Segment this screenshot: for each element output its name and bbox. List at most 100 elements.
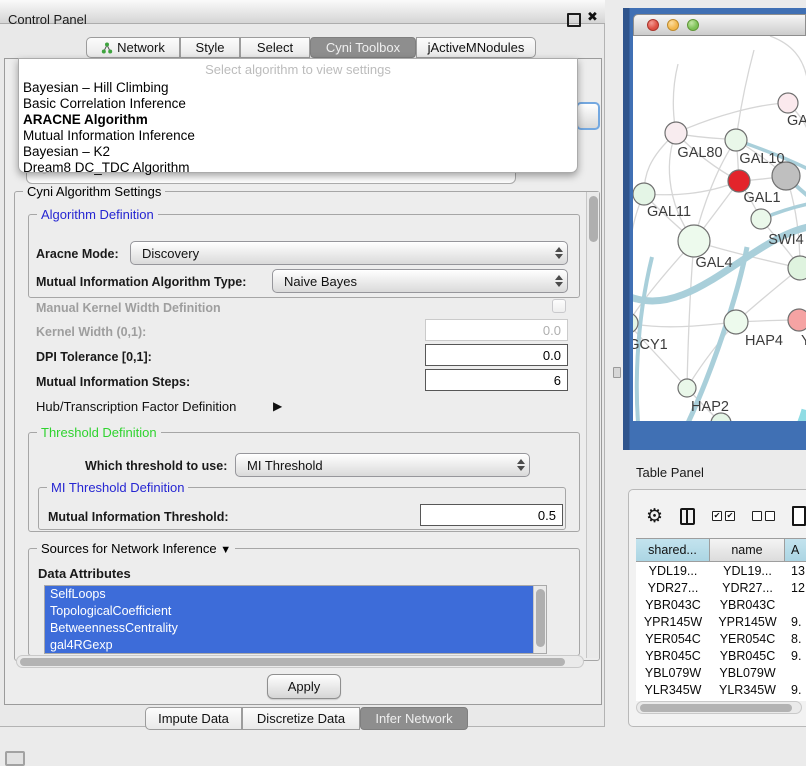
table-cell[interactable]: YBR043C (710, 596, 785, 613)
which-threshold-value: MI Threshold (236, 458, 323, 473)
node-attribute-table[interactable]: shared... name A YDL19...YDL19...13 YDR2… (636, 538, 806, 701)
node-label: GCY1 (633, 337, 668, 353)
attribute-item[interactable]: BetweennessCentrality (45, 620, 533, 637)
float-window-icon[interactable] (567, 13, 581, 27)
mi-steps-input[interactable]: 6 (425, 369, 568, 391)
split-columns-icon[interactable] (680, 508, 695, 525)
table-cell[interactable]: YPR145W (636, 613, 710, 630)
table-cell[interactable]: YDL19... (636, 562, 710, 579)
node-label: HAP2 (691, 399, 729, 415)
table-cell[interactable]: YBR045C (710, 647, 785, 664)
attributes-scrollbar[interactable] (533, 586, 546, 653)
collapsed-arrow-icon[interactable]: ▶ (273, 399, 282, 413)
tab-cyni-toolbox[interactable]: Cyni Toolbox (310, 37, 416, 58)
table-cell[interactable]: YPR145W (710, 613, 785, 630)
mi-threshold-label: Mutual Information Threshold: (48, 510, 229, 524)
kernel-width-label: Kernel Width (0,1): (36, 325, 146, 339)
node-swi4 (751, 209, 771, 229)
aracne-mode-combo[interactable]: Discovery (130, 241, 568, 265)
tab-style[interactable]: Style (180, 37, 240, 58)
tab-label: Infer Network (375, 711, 452, 726)
table-cell[interactable]: YER054C (636, 630, 710, 647)
bottom-tab-discretize-data[interactable]: Discretize Data (242, 707, 360, 730)
sources-title-text: Sources for Network Inference (41, 541, 217, 556)
algorithm-option-selected[interactable]: ARACNE Algorithm (21, 112, 573, 128)
table-cell[interactable]: 13 (785, 562, 806, 579)
table-cell[interactable]: YDR27... (636, 579, 710, 596)
attribute-item[interactable]: TopologicalCoefficient (45, 603, 533, 620)
node-green-right (788, 256, 806, 280)
table-cell[interactable]: 9. (785, 681, 806, 698)
data-attributes-list[interactable]: SelfLoops TopologicalCoefficient Between… (44, 585, 547, 654)
mi-algorithm-type-combo[interactable]: Naive Bayes (272, 269, 568, 293)
bottom-tab-infer-network[interactable]: Infer Network (360, 707, 468, 730)
table-cell[interactable]: YBL079W (636, 664, 710, 681)
node-label: GAL11 (647, 204, 691, 220)
control-panel-titlebar[interactable] (0, 0, 605, 24)
apply-button[interactable]: Apply (267, 674, 341, 699)
tab-label: Network (117, 40, 165, 55)
attribute-item[interactable]: SelfLoops (45, 586, 533, 603)
node-label: GAL4 (695, 255, 732, 271)
network-view-canvas[interactable]: GAL80 GAL10 GAL1 GAL11 SWI4 GAL4 GCY1 HA… (633, 36, 806, 421)
table-body: YDL19...YDL19...13 YDR27...YDR27...12 YB… (636, 562, 806, 701)
tab-network[interactable]: Network (86, 37, 180, 58)
table-cell[interactable] (785, 596, 806, 613)
algorithm-option[interactable]: Bayesian – K2 (21, 144, 573, 160)
aracne-mode-value: Discovery (131, 246, 199, 261)
table-cell[interactable]: YBR045C (636, 647, 710, 664)
table-cell[interactable]: YBL079W (710, 664, 785, 681)
show-columns-icon[interactable]: ✔✔ (712, 511, 735, 521)
network-tab-icon (101, 42, 113, 54)
table-cell[interactable]: YBR043C (636, 596, 710, 613)
table-cell[interactable]: 12 (785, 579, 806, 596)
close-traffic-light-icon[interactable] (647, 19, 659, 31)
node-label: GAL80 (677, 145, 722, 161)
column-header[interactable]: shared... (636, 538, 710, 562)
kernel-width-input[interactable]: 0.0 (425, 319, 568, 341)
settings-horizontal-scrollbar[interactable] (16, 655, 584, 668)
settings-vertical-scrollbar[interactable] (586, 192, 599, 658)
algorithm-combo-arrow-fragment[interactable] (576, 102, 600, 130)
column-header[interactable]: name (710, 538, 785, 562)
table-cell[interactable]: 8. (785, 630, 806, 647)
hub-definition-expander[interactable]: Hub/Transcription Factor Definition (36, 399, 236, 414)
attribute-item[interactable]: gal4RGexp (45, 637, 533, 654)
node-label: GAL (787, 113, 806, 129)
table-horizontal-scrollbar[interactable] (636, 701, 802, 714)
which-threshold-combo[interactable]: MI Threshold (235, 453, 530, 477)
export-table-icon[interactable] (792, 506, 806, 526)
table-cell[interactable]: YER054C (710, 630, 785, 647)
table-cell[interactable]: YLR345W (710, 681, 785, 698)
table-cell[interactable]: 9. (785, 613, 806, 630)
algorithm-option[interactable]: Bayesian – Hill Climbing (21, 80, 573, 96)
minimize-traffic-light-icon[interactable] (667, 19, 679, 31)
close-window-icon[interactable]: ✖ (587, 9, 598, 25)
manual-kernel-width-checkbox[interactable] (552, 299, 566, 313)
expanded-arrow-icon[interactable]: ▼ (220, 544, 231, 556)
table-header-row: shared... name A (636, 538, 806, 562)
algorithm-option[interactable]: Dream8 DC_TDC Algorithm (21, 160, 573, 176)
column-header[interactable]: A (785, 538, 806, 562)
algorithm-option[interactable]: Mutual Information Inference (21, 128, 573, 144)
table-cell[interactable] (785, 664, 806, 681)
dpi-tolerance-input[interactable]: 0.0 (425, 344, 568, 366)
table-cell[interactable]: YLR345W (636, 681, 710, 698)
tab-select[interactable]: Select (240, 37, 310, 58)
mi-threshold-input[interactable]: 0.5 (420, 504, 563, 526)
table-cell[interactable]: YDL19... (710, 562, 785, 579)
panel-splitter-handle[interactable] (613, 367, 621, 378)
minimized-panel-icon[interactable] (5, 751, 25, 766)
tab-jactivemnodules[interactable]: jActiveMNodules (416, 37, 536, 58)
combo-arrows-icon (512, 454, 529, 476)
zoom-traffic-light-icon[interactable] (687, 19, 699, 31)
algorithm-definition-title: Algorithm Definition (37, 207, 158, 222)
network-window-titlebar[interactable] (633, 14, 806, 36)
bottom-tab-impute-data[interactable]: Impute Data (145, 707, 242, 730)
manual-kernel-width-label: Manual Kernel Width Definition (36, 301, 221, 315)
algorithm-option[interactable]: Basic Correlation Inference (21, 96, 573, 112)
table-cell[interactable]: YDR27... (710, 579, 785, 596)
hide-columns-icon[interactable] (752, 511, 775, 521)
table-cell[interactable]: 9. (785, 647, 806, 664)
gear-icon[interactable]: ⚙ (646, 507, 663, 526)
